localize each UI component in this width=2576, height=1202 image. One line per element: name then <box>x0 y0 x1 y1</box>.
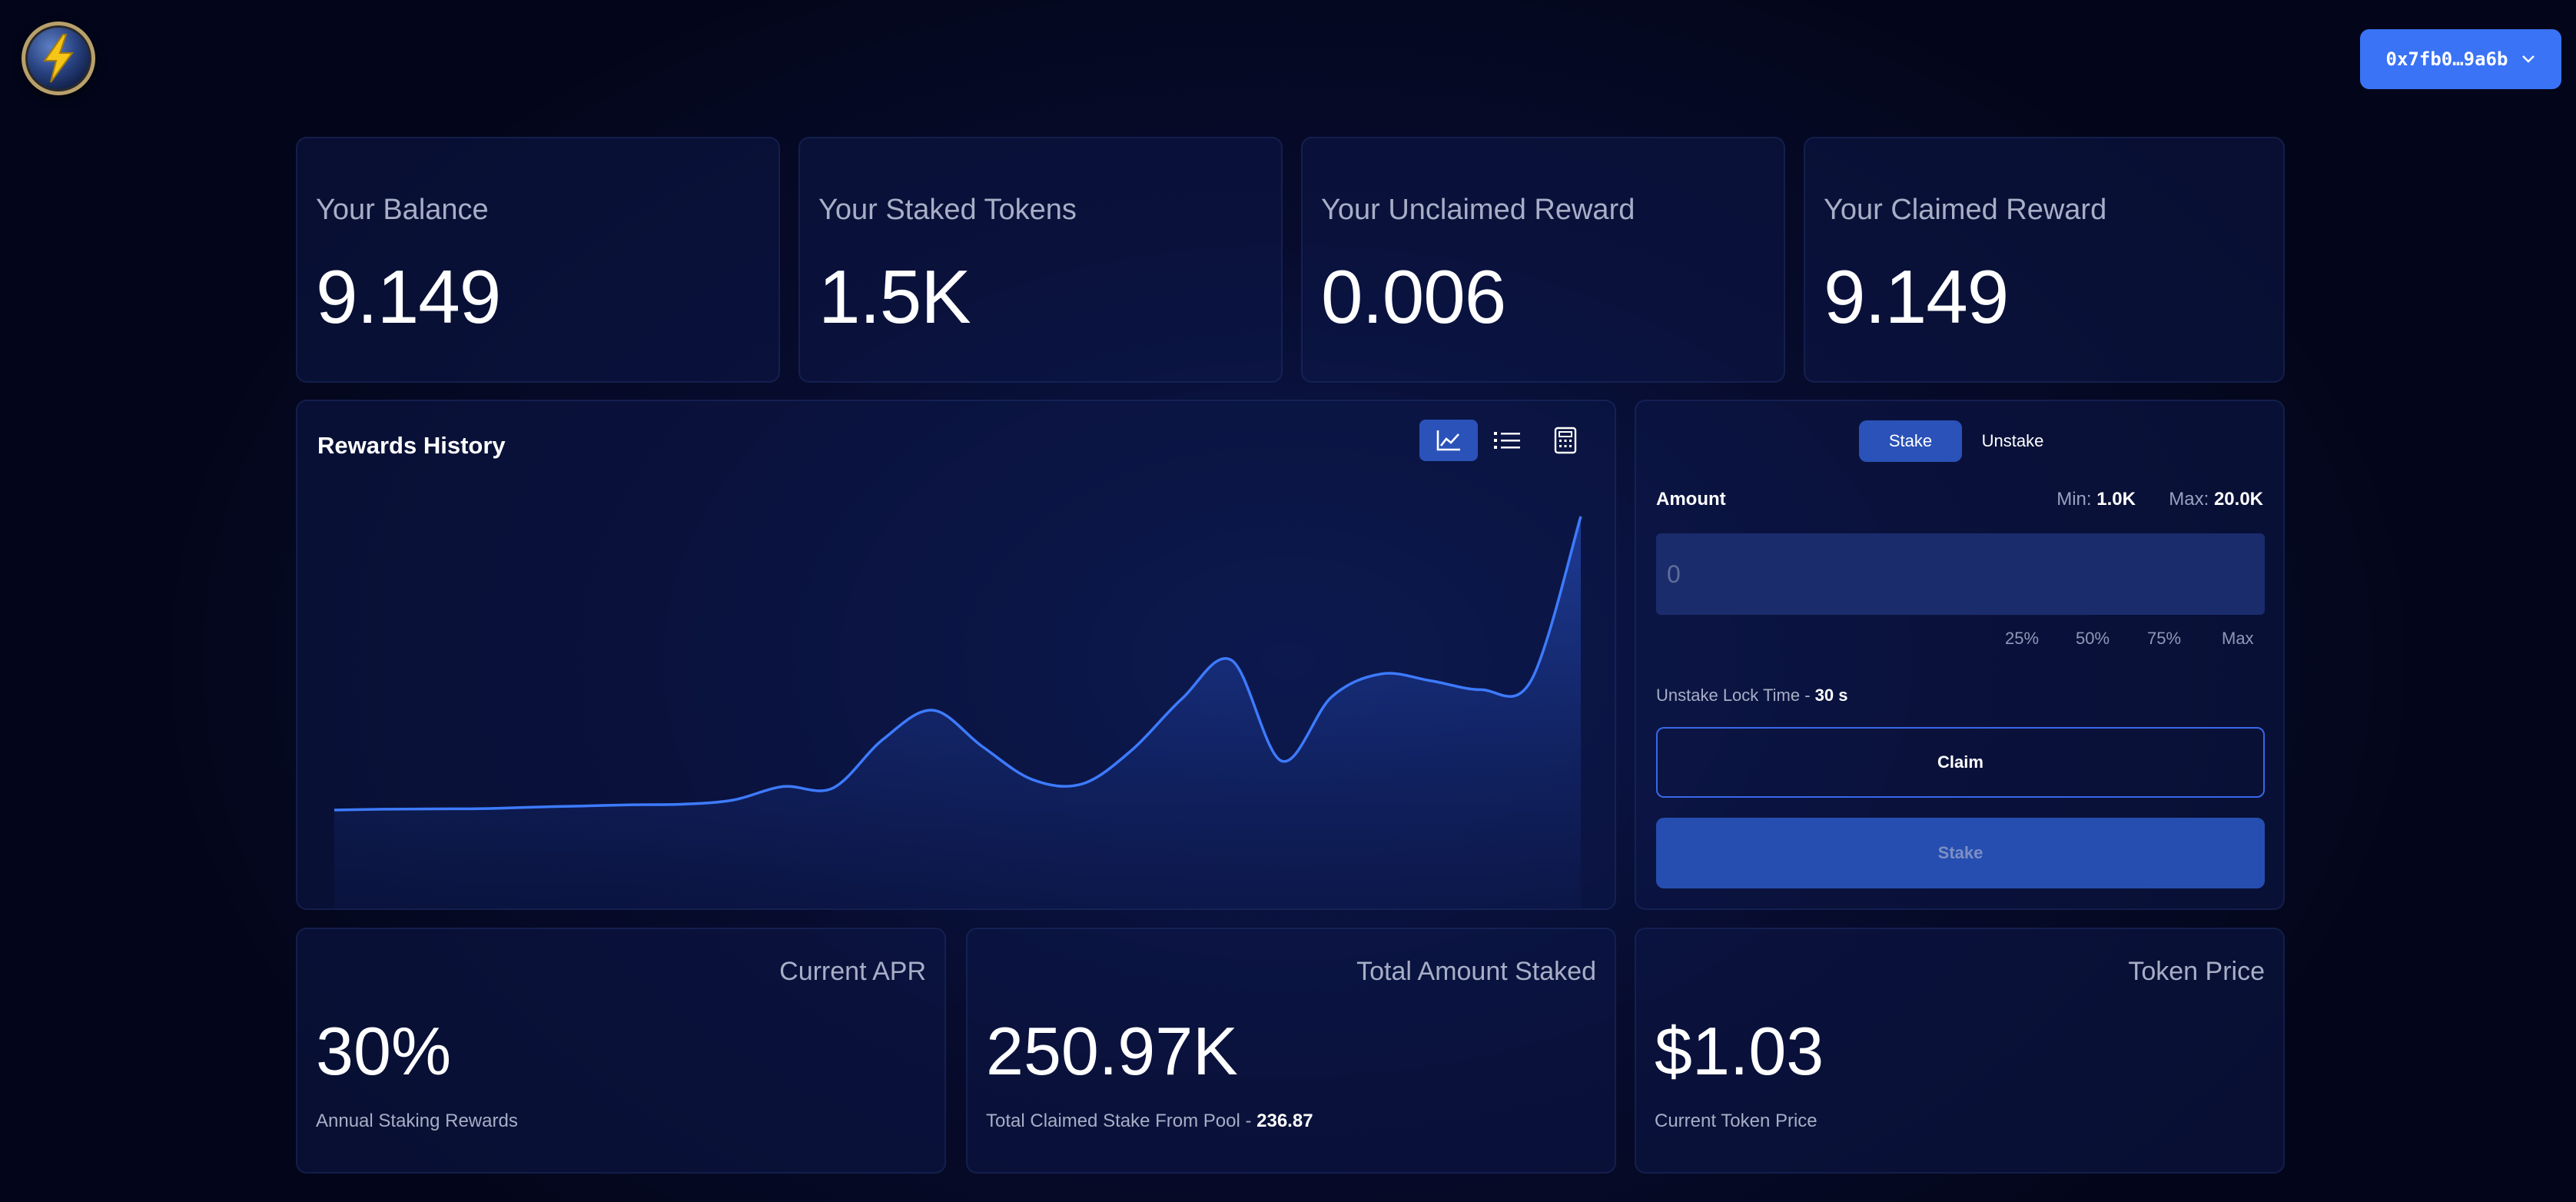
max-label: Max: <box>2169 489 2209 510</box>
apr-subtitle: Annual Staking Rewards <box>316 1111 518 1131</box>
calculator-view-button[interactable] <box>1536 420 1595 461</box>
amount-limits: Min: 1.0K Max: 20.0K <box>2056 489 2263 510</box>
app-logo[interactable] <box>22 22 95 95</box>
percent-25-button[interactable]: 25% <box>2005 629 2039 649</box>
tab-unstake[interactable]: Unstake <box>1967 420 2059 462</box>
min-label: Min: <box>2056 489 2092 510</box>
total-claimed-subtitle: Total Claimed Stake From Pool - 236.87 <box>986 1111 1313 1132</box>
token-price-title: Token Price <box>2128 957 2265 986</box>
percent-50-button[interactable]: 50% <box>2076 629 2110 649</box>
staked-tokens-card: Your Staked Tokens 1.5K <box>798 137 1283 383</box>
list-icon <box>1494 432 1520 449</box>
stat-value: 9.149 <box>316 254 501 339</box>
total-claimed-value: 236.87 <box>1256 1111 1313 1131</box>
tab-stake[interactable]: Stake <box>1859 420 1962 462</box>
rewards-chart <box>334 516 1582 908</box>
chart-area-fill <box>334 516 1581 908</box>
lock-time-label: Unstake Lock Time - <box>1656 686 1811 705</box>
rewards-history-panel: Rewards History <box>296 400 1616 910</box>
apr-value: 30% <box>316 1013 452 1089</box>
calculator-icon <box>1554 427 1577 454</box>
total-staked-title: Total Amount Staked <box>1356 957 1596 986</box>
wallet-address: 0x7fb0…9a6b <box>2385 48 2508 70</box>
wallet-button[interactable]: 0x7fb0…9a6b <box>2360 29 2561 89</box>
stat-label: Your Unclaimed Reward <box>1321 194 1635 226</box>
percent-75-button[interactable]: 75% <box>2147 629 2181 649</box>
list-view-button[interactable] <box>1478 420 1536 461</box>
min-value: 1.0K <box>2096 489 2136 510</box>
total-staked-value: 250.97K <box>986 1013 1238 1089</box>
token-price-value: $1.03 <box>1655 1013 1824 1089</box>
total-staked-card: Total Amount Staked 250.97K Total Claime… <box>966 928 1616 1174</box>
stat-value: 1.5K <box>818 254 971 339</box>
total-claimed-label: Total Claimed Stake From Pool - <box>986 1111 1252 1131</box>
claimed-reward-card: Your Claimed Reward 9.149 <box>1804 137 2285 383</box>
rewards-history-title: Rewards History <box>317 432 506 459</box>
unclaimed-reward-card: Your Unclaimed Reward 0.006 <box>1301 137 1785 383</box>
token-price-card: Token Price $1.03 Current Token Price <box>1635 928 2285 1174</box>
chevron-down-icon <box>2522 55 2535 63</box>
token-price-subtitle: Current Token Price <box>1655 1111 1817 1131</box>
claim-button[interactable]: Claim <box>1656 727 2265 798</box>
chart-view-button[interactable] <box>1419 420 1478 461</box>
stake-panel: Stake Unstake Amount Min: 1.0K Max: 20.0… <box>1635 400 2285 910</box>
stake-button[interactable]: Stake <box>1656 818 2265 888</box>
unstake-lock-time: Unstake Lock Time - 30 s <box>1656 686 1847 706</box>
stat-label: Your Staked Tokens <box>818 194 1077 226</box>
apr-card: Current APR 30% Annual Staking Rewards <box>296 928 946 1174</box>
amount-input[interactable] <box>1656 533 2265 615</box>
apr-title: Current APR <box>779 957 926 986</box>
line-chart-icon <box>1436 430 1460 451</box>
amount-label: Amount <box>1656 489 1726 510</box>
stat-label: Your Balance <box>316 194 489 226</box>
max-value: 20.0K <box>2213 489 2263 510</box>
stat-value: 9.149 <box>1824 254 2009 339</box>
stat-label: Your Claimed Reward <box>1824 194 2107 226</box>
lightning-icon <box>43 34 74 83</box>
balance-card: Your Balance 9.149 <box>296 137 780 383</box>
stat-value: 0.006 <box>1321 254 1506 339</box>
lock-time-value: 30 s <box>1814 686 1848 705</box>
percent-max-button[interactable]: Max <box>2222 629 2254 649</box>
